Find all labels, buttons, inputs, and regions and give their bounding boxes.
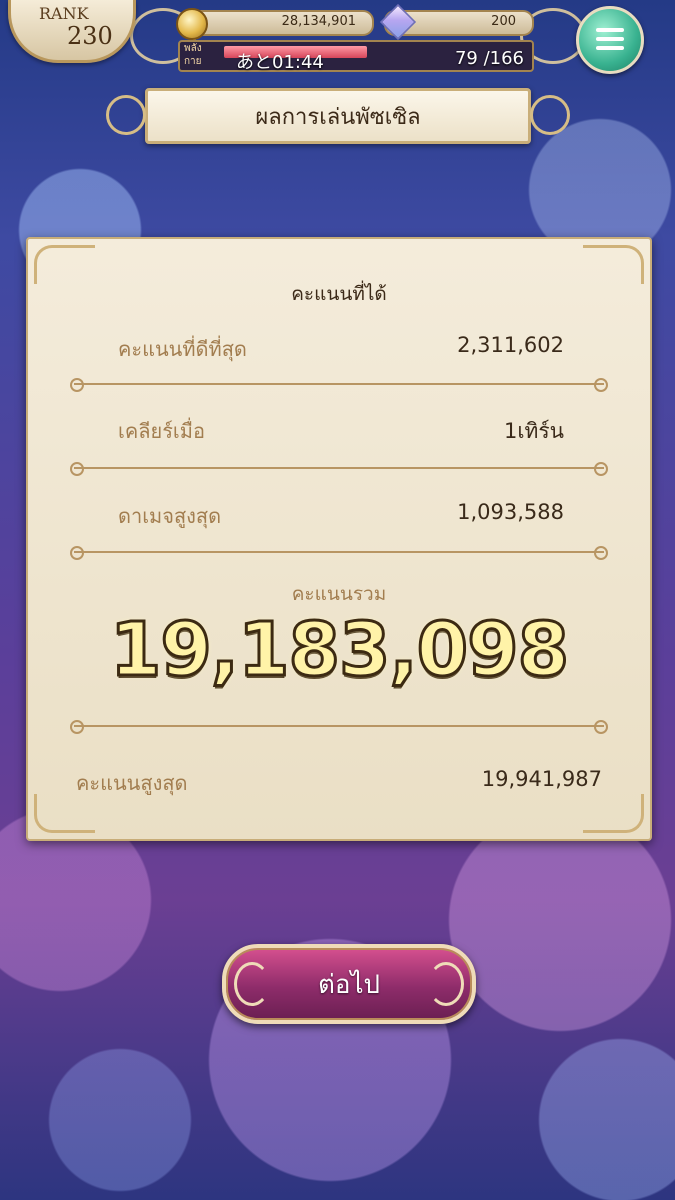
divider xyxy=(70,720,608,734)
stamina-bar: พลัง กาย あと01:44 79 /166 xyxy=(178,40,534,73)
rank-value: 230 xyxy=(67,22,113,50)
divider xyxy=(70,378,608,392)
coin-amount: 28,134,901 xyxy=(281,14,356,29)
corner-ornament xyxy=(34,794,95,833)
hamburger-icon-line xyxy=(596,37,624,41)
gem-icon xyxy=(379,3,417,41)
stat-label-cleared: เคลียร์เมื่อ xyxy=(118,419,205,443)
corner-ornament xyxy=(583,794,644,833)
results-panel: คะแนนที่ได้ คะแนนที่ดีที่สุด 2,311,602 เ… xyxy=(26,237,652,841)
rank-label: RANK xyxy=(39,4,89,23)
scroll-ornament xyxy=(234,962,270,1006)
gem-amount: 200 xyxy=(491,14,516,29)
coin-counter: 28,134,901 xyxy=(176,8,374,40)
scroll-ornament xyxy=(428,962,464,1006)
stamina-timer: あと01:44 xyxy=(236,52,324,73)
stat-value-cleared: 1เทิร์น xyxy=(503,419,564,443)
stamina-label: พลัง กาย xyxy=(184,43,202,67)
divider xyxy=(70,462,608,476)
stat-label-max-damage: ดาเมจสูงสุด xyxy=(118,504,222,528)
results-heading: คะแนนที่ได้ xyxy=(291,283,387,305)
next-button-label: ต่อไป xyxy=(317,969,381,1000)
title-banner: ผลการเล่นพัซเซิล xyxy=(106,88,570,144)
hamburger-icon xyxy=(596,28,624,32)
menu-button[interactable] xyxy=(576,6,644,74)
divider xyxy=(70,546,608,560)
coin-icon xyxy=(176,8,208,40)
stat-value-max-damage: 1,093,588 xyxy=(457,500,564,524)
stat-label-best-score: คะแนนที่ดีที่สุด xyxy=(118,337,247,361)
next-button[interactable]: ต่อไป xyxy=(222,944,476,1024)
stat-value-best-score: 2,311,602 xyxy=(457,333,564,357)
high-score-value: 19,941,987 xyxy=(481,767,602,791)
page-title: ผลการเล่นพัซเซิล xyxy=(255,104,421,130)
high-score-label: คะแนนสูงสุด xyxy=(76,771,188,795)
gem-counter: 200 xyxy=(379,3,534,41)
hamburger-icon-line xyxy=(596,46,624,50)
total-score-value: 19,183,098 xyxy=(108,606,570,695)
total-score-label: คะแนนรวม xyxy=(291,583,387,605)
stamina-count: 79 /166 xyxy=(454,48,524,69)
rank-badge: RANK 230 xyxy=(8,0,136,63)
